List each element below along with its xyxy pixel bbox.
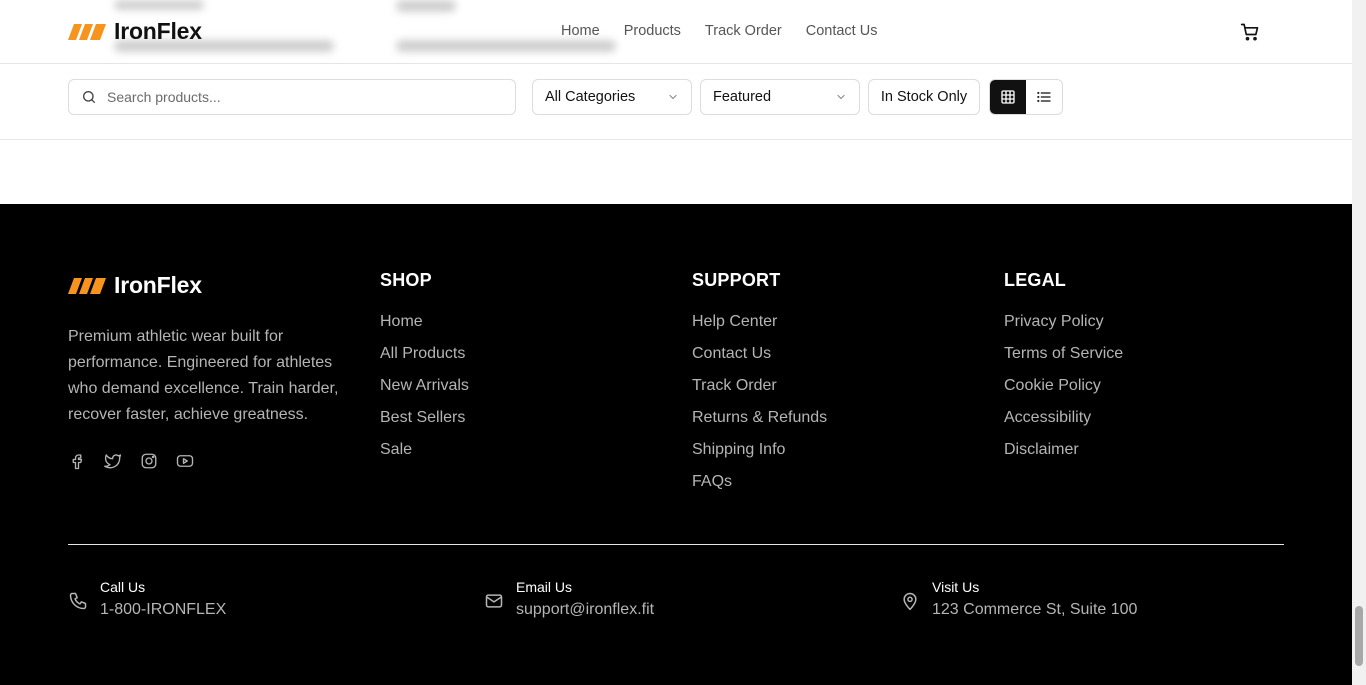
grid-icon <box>1001 90 1015 104</box>
category-select[interactable]: All Categories <box>532 79 692 115</box>
footer-link[interactable]: Sale <box>380 439 469 471</box>
page-scrollbar[interactable] <box>1352 0 1366 685</box>
list-icon <box>1037 91 1051 103</box>
footer-link[interactable]: Privacy Policy <box>1004 311 1123 343</box>
mail-icon <box>485 594 503 608</box>
youtube-icon[interactable] <box>176 452 194 470</box>
footer-heading-legal: LEGAL <box>1004 270 1066 290</box>
search-box <box>68 79 516 115</box>
map-pin-icon <box>903 592 917 611</box>
search-input[interactable] <box>107 89 487 105</box>
footer-column-legal: LEGAL Privacy Policy Terms of Service Co… <box>1004 270 1123 471</box>
logo-mark-icon <box>68 277 106 294</box>
footer-description: Premium athletic wear built for performa… <box>68 328 339 423</box>
footer-column-support: SUPPORT Help Center Contact Us Track Ord… <box>692 270 827 503</box>
contact-visit-label: Visit Us <box>932 579 980 595</box>
nav-track-order[interactable]: Track Order <box>705 23 782 39</box>
phone-icon <box>69 592 87 610</box>
twitter-icon[interactable] <box>104 452 122 470</box>
footer-link[interactable]: Best Sellers <box>380 407 469 439</box>
brand-name: IronFlex <box>114 18 202 44</box>
footer-link[interactable]: All Products <box>380 343 469 375</box>
blurred-background-content <box>396 40 616 52</box>
contact-call-label: Call Us <box>100 579 146 595</box>
nav-products[interactable]: Products <box>624 23 681 39</box>
footer-heading-support: SUPPORT <box>692 270 781 290</box>
sort-select[interactable]: Featured <box>700 79 860 115</box>
footer-link[interactable]: Terms of Service <box>1004 343 1123 375</box>
logo-mark-icon <box>68 23 106 40</box>
chevron-down-icon <box>837 94 845 100</box>
sort-select-value: Featured <box>713 89 772 105</box>
main-nav: Home Products Track Order Contact Us <box>561 23 877 39</box>
contact-email-value: support@ironflex.fit <box>516 601 655 618</box>
footer-heading-shop: SHOP <box>380 270 432 290</box>
scrollbar-thumb[interactable] <box>1355 606 1363 666</box>
category-select-value: All Categories <box>545 89 636 105</box>
footer-link[interactable]: Track Order <box>692 375 827 407</box>
footer-link[interactable]: Cookie Policy <box>1004 375 1123 407</box>
view-toggle <box>989 79 1063 115</box>
footer-link[interactable]: Help Center <box>692 311 827 343</box>
search-icon <box>83 91 95 103</box>
contact-email[interactable]: Email Us support@ironflex.fit <box>484 579 654 621</box>
contact-visit-value: 123 Commerce St, Suite 100 <box>932 601 1138 618</box>
footer-link[interactable]: Shipping Info <box>692 439 827 471</box>
social-links <box>68 452 194 470</box>
nav-contact[interactable]: Contact Us <box>806 23 878 39</box>
site-header: IronFlex Home Products Track Order Conta… <box>0 0 1352 64</box>
footer-link[interactable]: FAQs <box>692 471 827 503</box>
footer-brand-name: IronFlex <box>114 272 202 298</box>
footer-link[interactable]: New Arrivals <box>380 375 469 407</box>
grid-view-button[interactable] <box>990 80 1026 114</box>
footer-link[interactable]: Contact Us <box>692 343 827 375</box>
facebook-icon[interactable] <box>68 452 86 470</box>
site-footer: IronFlex Premium athletic wear built for… <box>0 204 1352 685</box>
nav-home[interactable]: Home <box>561 23 600 39</box>
list-view-button[interactable] <box>1026 80 1062 114</box>
blurred-background-content <box>114 0 204 10</box>
contact-visit[interactable]: Visit Us 123 Commerce St, Suite 100 <box>900 579 1137 621</box>
footer-link[interactable]: Accessibility <box>1004 407 1123 439</box>
instagram-icon[interactable] <box>140 452 158 470</box>
cart-icon[interactable] <box>1240 22 1260 42</box>
footer-link[interactable]: Disclaimer <box>1004 439 1123 471</box>
contact-call-value: 1-800-IRONFLEX <box>100 601 227 618</box>
footer-divider <box>68 544 1284 545</box>
page: IronFlex Home Products Track Order Conta… <box>0 0 1352 685</box>
footer-column-shop: SHOP Home All Products New Arrivals Best… <box>380 270 469 471</box>
filter-bar: All Categories Featured In Stock Only <box>0 64 1352 140</box>
contact-email-label: Email Us <box>516 579 573 595</box>
chevron-down-icon <box>669 94 677 100</box>
blurred-background-content <box>396 0 456 12</box>
contact-call[interactable]: Call Us 1-800-IRONFLEX <box>68 579 226 621</box>
footer-link[interactable]: Home <box>380 311 469 343</box>
in-stock-toggle[interactable]: In Stock Only <box>868 79 980 115</box>
footer-brand-logo[interactable]: IronFlex <box>68 272 202 299</box>
brand-logo[interactable]: IronFlex <box>68 18 202 45</box>
footer-link[interactable]: Returns & Refunds <box>692 407 827 439</box>
